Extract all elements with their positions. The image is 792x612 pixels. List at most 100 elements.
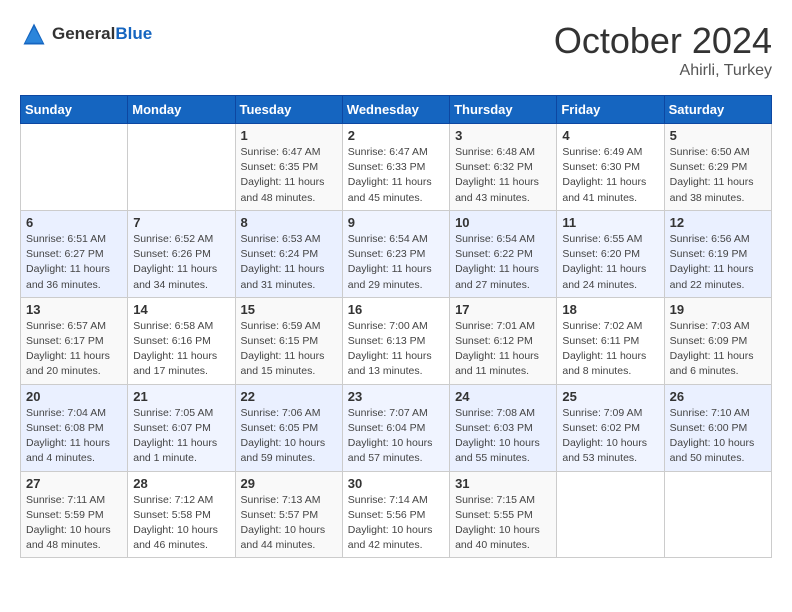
day-cell: 12 Sunrise: 6:56 AMSunset: 6:19 PMDayligh… [664,210,771,297]
day-number: 24 [455,389,551,404]
header-sunday: Sunday [21,96,128,124]
day-cell: 17 Sunrise: 7:01 AMSunset: 6:12 PMDayligh… [450,297,557,384]
week-row-1: 1 Sunrise: 6:47 AMSunset: 6:35 PMDaylight… [21,124,772,211]
day-cell: 28 Sunrise: 7:12 AMSunset: 5:58 PMDayligh… [128,471,235,558]
day-number: 10 [455,215,551,230]
day-cell: 4Sunrise: 6:49 AMSunset: 6:30 PMDaylight… [557,124,664,211]
day-info: Sunrise: 6:58 AMSunset: 6:16 PMDaylight:… [133,319,229,380]
day-info: Sunrise: 6:54 AMSunset: 6:23 PMDaylight:… [348,232,444,293]
logo-general: General [52,24,115,43]
title-block: October 2024 Ahirli, Turkey [554,20,772,80]
day-info: Sunrise: 7:04 AMSunset: 6:08 PMDaylight:… [26,406,122,467]
day-number: 4 [562,128,658,143]
day-number: 12 [670,215,766,230]
day-cell: 11 Sunrise: 6:55 AMSunset: 6:20 PMDayligh… [557,210,664,297]
day-cell: 9 Sunrise: 6:54 AMSunset: 6:23 PMDaylight… [342,210,449,297]
day-info: Sunrise: 7:00 AMSunset: 6:13 PMDaylight:… [348,319,444,380]
day-cell [557,471,664,558]
week-row-2: 6 Sunrise: 6:51 AMSunset: 6:27 PMDaylight… [21,210,772,297]
day-info: Sunrise: 6:55 AMSunset: 6:20 PMDaylight:… [562,232,658,293]
header-thursday: Thursday [450,96,557,124]
day-info: Sunrise: 6:56 AMSunset: 6:19 PMDaylight:… [670,232,766,293]
day-cell: 6 Sunrise: 6:51 AMSunset: 6:27 PMDaylight… [21,210,128,297]
day-number: 17 [455,302,551,317]
day-number: 30 [348,476,444,491]
day-cell: 31 Sunrise: 7:15 AMSunset: 5:55 PMDayligh… [450,471,557,558]
day-number: 22 [241,389,337,404]
day-number: 20 [26,389,122,404]
day-info: Sunrise: 7:14 AMSunset: 5:56 PMDaylight:… [348,493,444,554]
day-number: 11 [562,215,658,230]
day-number: 28 [133,476,229,491]
day-cell: 2 Sunrise: 6:47 AMSunset: 6:33 PMDaylight… [342,124,449,211]
header-wednesday: Wednesday [342,96,449,124]
calendar-header-row: SundayMondayTuesdayWednesdayThursdayFrid… [21,96,772,124]
day-info: Sunrise: 6:57 AMSunset: 6:17 PMDaylight:… [26,319,122,380]
calendar-table: SundayMondayTuesdayWednesdayThursdayFrid… [20,95,772,558]
logo-icon [20,20,48,48]
day-number: 31 [455,476,551,491]
day-number: 3 [455,128,551,143]
day-number: 18 [562,302,658,317]
day-cell: 14 Sunrise: 6:58 AMSunset: 6:16 PMDayligh… [128,297,235,384]
day-cell: 13Sunrise: 6:57 AMSunset: 6:17 PMDayligh… [21,297,128,384]
day-info: Sunrise: 6:48 AMSunset: 6:32 PMDaylight:… [455,145,551,206]
day-info: Sunrise: 7:15 AMSunset: 5:55 PMDaylight:… [455,493,551,554]
day-cell: 18 Sunrise: 7:02 AMSunset: 6:11 PMDayligh… [557,297,664,384]
day-info: Sunrise: 7:06 AMSunset: 6:05 PMDaylight:… [241,406,337,467]
week-row-5: 27 Sunrise: 7:11 AMSunset: 5:59 PMDayligh… [21,471,772,558]
day-number: 6 [26,215,122,230]
day-number: 8 [241,215,337,230]
day-number: 5 [670,128,766,143]
day-number: 21 [133,389,229,404]
day-info: Sunrise: 6:51 AMSunset: 6:27 PMDaylight:… [26,232,122,293]
week-row-3: 13Sunrise: 6:57 AMSunset: 6:17 PMDayligh… [21,297,772,384]
day-info: Sunrise: 6:52 AMSunset: 6:26 PMDaylight:… [133,232,229,293]
day-info: Sunrise: 7:11 AMSunset: 5:59 PMDaylight:… [26,493,122,554]
day-info: Sunrise: 7:02 AMSunset: 6:11 PMDaylight:… [562,319,658,380]
day-info: Sunrise: 6:59 AMSunset: 6:15 PMDaylight:… [241,319,337,380]
day-cell: 5Sunrise: 6:50 AMSunset: 6:29 PMDaylight… [664,124,771,211]
day-info: Sunrise: 7:08 AMSunset: 6:03 PMDaylight:… [455,406,551,467]
day-number: 19 [670,302,766,317]
day-cell: 8 Sunrise: 6:53 AMSunset: 6:24 PMDaylight… [235,210,342,297]
day-number: 27 [26,476,122,491]
day-info: Sunrise: 6:53 AMSunset: 6:24 PMDaylight:… [241,232,337,293]
day-cell: 7 Sunrise: 6:52 AMSunset: 6:26 PMDaylight… [128,210,235,297]
page-header: GeneralBlue October 2024 Ahirli, Turkey [20,20,772,80]
day-number: 2 [348,128,444,143]
day-cell: 26Sunrise: 7:10 AMSunset: 6:00 PMDayligh… [664,384,771,471]
logo-blue: Blue [115,24,152,43]
day-info: Sunrise: 6:54 AMSunset: 6:22 PMDaylight:… [455,232,551,293]
day-number: 7 [133,215,229,230]
day-number: 14 [133,302,229,317]
day-info: Sunrise: 7:12 AMSunset: 5:58 PMDaylight:… [133,493,229,554]
day-cell: 27 Sunrise: 7:11 AMSunset: 5:59 PMDayligh… [21,471,128,558]
day-number: 29 [241,476,337,491]
header-saturday: Saturday [664,96,771,124]
day-number: 26 [670,389,766,404]
day-cell: 15Sunrise: 6:59 AMSunset: 6:15 PMDayligh… [235,297,342,384]
logo: GeneralBlue [20,20,152,48]
day-number: 23 [348,389,444,404]
day-info: Sunrise: 6:47 AMSunset: 6:35 PMDaylight:… [241,145,337,206]
day-cell: 10 Sunrise: 6:54 AMSunset: 6:22 PMDayligh… [450,210,557,297]
month-title: October 2024 [554,20,772,62]
day-cell: 30 Sunrise: 7:14 AMSunset: 5:56 PMDayligh… [342,471,449,558]
day-number: 1 [241,128,337,143]
day-cell: 16Sunrise: 7:00 AMSunset: 6:13 PMDayligh… [342,297,449,384]
header-tuesday: Tuesday [235,96,342,124]
day-info: Sunrise: 7:05 AMSunset: 6:07 PMDaylight:… [133,406,229,467]
day-cell [21,124,128,211]
day-cell: 25Sunrise: 7:09 AMSunset: 6:02 PMDayligh… [557,384,664,471]
header-monday: Monday [128,96,235,124]
week-row-4: 20 Sunrise: 7:04 AMSunset: 6:08 PMDayligh… [21,384,772,471]
header-friday: Friday [557,96,664,124]
day-cell: 20 Sunrise: 7:04 AMSunset: 6:08 PMDayligh… [21,384,128,471]
day-cell: 23Sunrise: 7:07 AMSunset: 6:04 PMDayligh… [342,384,449,471]
day-cell: 1 Sunrise: 6:47 AMSunset: 6:35 PMDaylight… [235,124,342,211]
day-info: Sunrise: 7:01 AMSunset: 6:12 PMDaylight:… [455,319,551,380]
day-info: Sunrise: 6:47 AMSunset: 6:33 PMDaylight:… [348,145,444,206]
day-cell: 29Sunrise: 7:13 AMSunset: 5:57 PMDayligh… [235,471,342,558]
day-number: 9 [348,215,444,230]
